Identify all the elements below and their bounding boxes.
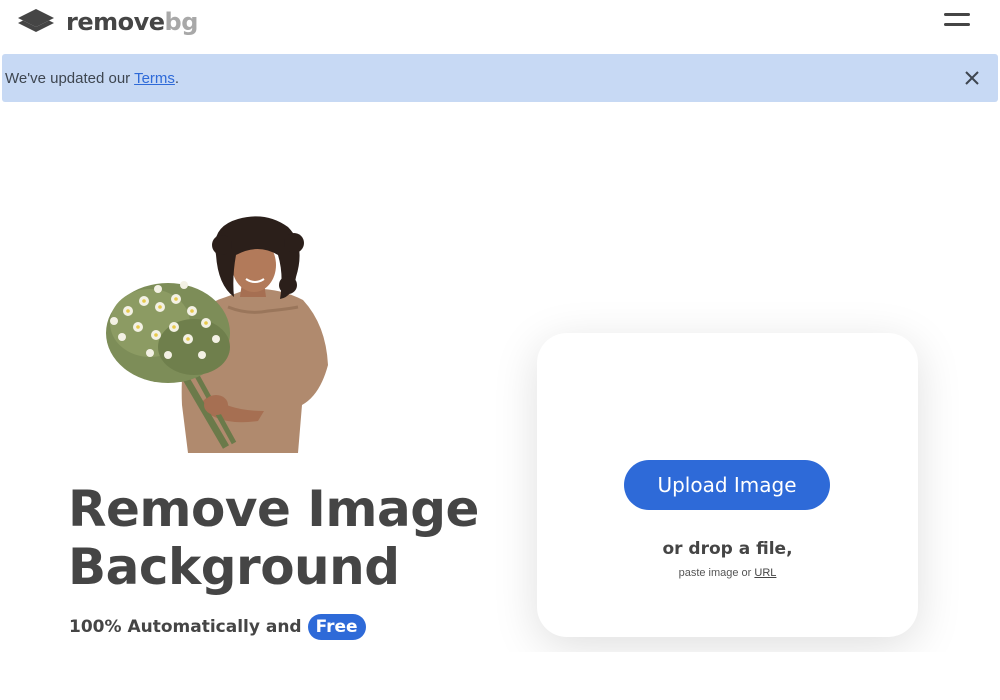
free-badge: Free xyxy=(307,614,366,640)
site-header: removebg xyxy=(0,0,1000,48)
url-link[interactable]: URL xyxy=(754,567,776,579)
logo-wordmark: removebg xyxy=(66,8,198,36)
page-title: Remove Image Background xyxy=(68,480,479,596)
close-icon[interactable] xyxy=(962,68,982,88)
terms-banner: We've updated our Terms. xyxy=(2,54,998,102)
upload-image-button[interactable]: Upload Image xyxy=(624,460,830,510)
bottom-area xyxy=(0,652,1000,700)
paste-hint: paste image or URL xyxy=(678,567,777,579)
banner-text: We've updated our Terms. xyxy=(5,69,180,87)
logo[interactable]: removebg xyxy=(16,6,198,38)
layers-logo-icon xyxy=(18,9,54,32)
terms-link[interactable]: Terms xyxy=(134,70,175,87)
hero-image-woman-with-flowers xyxy=(106,216,328,453)
drop-file-text: or drop a file, xyxy=(662,539,793,559)
upload-dropzone[interactable]: Upload Image or drop a file, paste image… xyxy=(537,333,918,637)
hamburger-menu-icon[interactable] xyxy=(944,13,970,31)
hero-subtitle: 100% Automatically and Free xyxy=(69,614,366,640)
